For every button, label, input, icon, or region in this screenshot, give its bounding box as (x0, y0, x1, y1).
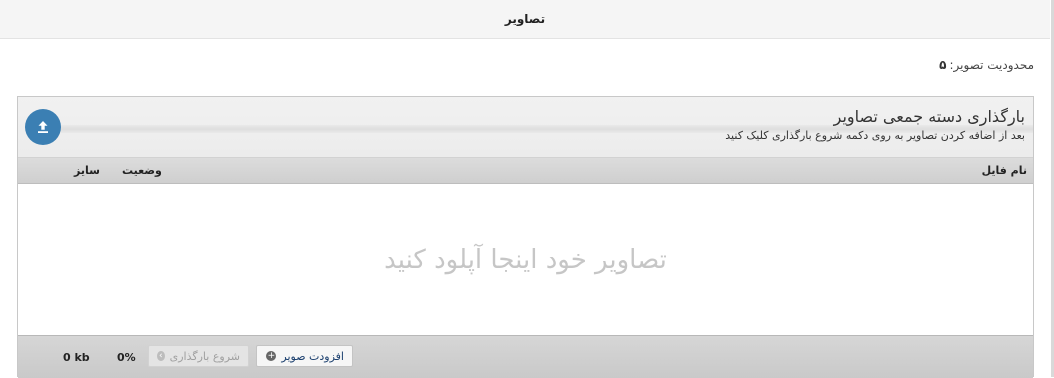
uploader-header: بارگذاری دسته جمعی تصاویر بعد از اضافه ک… (18, 97, 1033, 158)
column-size: سایز (74, 164, 100, 177)
drop-zone[interactable]: تصاویر خود اینجا آپلود کنید (18, 184, 1033, 335)
plus-circle-icon: + (266, 351, 277, 361)
add-image-button[interactable]: افزودت صویر + (256, 345, 353, 367)
top-bar: تصاویر (0, 0, 1050, 39)
column-filename: نام فایل (981, 164, 1027, 177)
page-title: تصاویر (504, 12, 546, 26)
upload-arrow-icon (38, 121, 48, 133)
image-limit-label: محدودیت تصویر: (949, 58, 1035, 72)
image-limit-value: ۵ (939, 58, 947, 72)
bulk-uploader: بارگذاری دسته جمعی تصاویر بعد از اضافه ک… (17, 96, 1034, 378)
image-limit: محدودیت تصویر:۵ (939, 58, 1034, 72)
drop-message: تصاویر خود اینجا آپلود کنید (384, 244, 667, 275)
upload-button[interactable] (25, 109, 61, 145)
total-size: 0 kb (63, 351, 90, 364)
uploader-footer: 0 kb 0% شروع بارگذاری › افزودت صویر + (18, 335, 1033, 378)
uploader-heading: بارگذاری دسته جمعی تصاویر (833, 107, 1025, 126)
uploader-subheading: بعد از اضافه کردن تصاویر به روی دکمه شرو… (725, 129, 1025, 142)
start-upload-button[interactable]: شروع بارگذاری › (148, 345, 249, 367)
arrow-circle-icon: › (157, 351, 165, 361)
file-table-header: نام فایل وضعیت سایز (18, 158, 1033, 184)
start-upload-label: شروع بارگذاری (169, 349, 240, 363)
add-image-label: افزودت صویر (281, 349, 344, 363)
column-status: وضعیت (122, 164, 162, 177)
upload-percent: 0% (117, 351, 136, 364)
